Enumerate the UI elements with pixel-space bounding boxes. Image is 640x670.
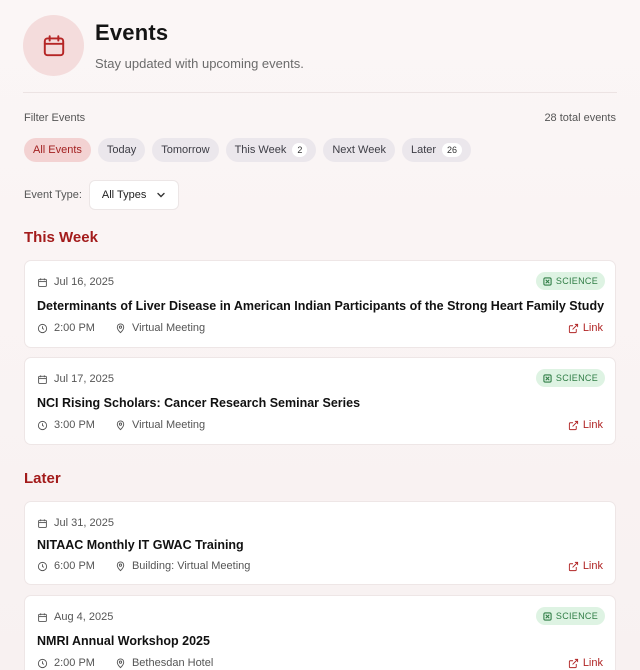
header-divider <box>23 92 617 93</box>
event-date-text: Jul 17, 2025 <box>54 373 114 385</box>
event-link-label: Link <box>582 322 603 334</box>
science-icon <box>543 276 552 286</box>
external-link-icon <box>568 561 579 572</box>
chevron-down-icon <box>156 190 166 200</box>
map-pin-icon <box>115 561 126 572</box>
event-date: Jul 31, 2025 <box>37 517 114 529</box>
chip-next-week[interactable]: Next Week <box>323 138 395 162</box>
page-subtitle: Stay updated with upcoming events. <box>95 56 304 71</box>
event-time: 2:00 PM <box>54 657 95 669</box>
science-icon <box>543 611 552 621</box>
event-time: 2:00 PM <box>54 322 95 334</box>
event-time: 6:00 PM <box>54 560 95 572</box>
chip-this-week[interactable]: This Week 2 <box>225 138 317 162</box>
filter-label: Filter Events <box>24 112 86 124</box>
filter-row: Filter Events 28 total events <box>24 112 616 124</box>
calendar-icon <box>37 518 48 529</box>
external-link-icon <box>568 420 579 431</box>
chip-count-badge: 26 <box>442 143 463 157</box>
map-pin-icon <box>115 323 126 334</box>
total-events-count: 28 total events <box>544 112 616 124</box>
event-type-select[interactable]: All Types <box>88 180 180 210</box>
event-card[interactable]: Jul 16, 2025 SCIENCE Determinants of Liv… <box>24 260 616 348</box>
event-meta: 2:00 PM Virtual Meeting <box>37 322 205 334</box>
category-badge-label: SCIENCE <box>555 276 598 286</box>
chip-label: This Week <box>234 144 287 156</box>
map-pin-icon <box>115 658 126 669</box>
science-icon <box>543 373 552 383</box>
chip-count-badge: 2 <box>292 143 308 157</box>
chip-label: Tomorrow <box>161 144 210 156</box>
event-meta: 6:00 PM Building: Virtual Meeting <box>37 560 250 572</box>
event-link-label: Link <box>582 419 603 431</box>
chip-later[interactable]: Later 26 <box>401 138 472 162</box>
event-type-row: Event Type: All Types <box>24 180 180 210</box>
event-time: 3:00 PM <box>54 419 95 431</box>
category-badge: SCIENCE <box>535 607 605 625</box>
event-link[interactable]: Link <box>568 657 603 669</box>
section-title-later: Later <box>24 470 61 487</box>
category-badge: SCIENCE <box>535 369 605 387</box>
event-title: Determinants of Liver Disease in America… <box>37 299 605 313</box>
calendar-icon <box>37 612 48 623</box>
event-link-label: Link <box>582 657 603 669</box>
chip-label: All Events <box>33 144 82 156</box>
event-date-text: Jul 16, 2025 <box>54 276 114 288</box>
event-location: Virtual Meeting <box>131 419 206 431</box>
chip-label: Today <box>106 144 137 156</box>
filter-chips: All Events Today Tomorrow This Week 2 Nex… <box>24 138 472 162</box>
event-meta: 3:00 PM Virtual Meeting <box>37 419 205 431</box>
event-location: Building: Virtual Meeting <box>131 560 251 572</box>
event-type-label: Event Type: <box>24 189 82 201</box>
event-meta: 2:00 PM Bethesdan Hotel <box>37 657 213 669</box>
event-location: Bethesdan Hotel <box>131 657 214 669</box>
clock-icon <box>37 561 48 572</box>
calendar-icon <box>37 277 48 288</box>
calendar-icon <box>23 15 84 76</box>
event-link[interactable]: Link <box>568 419 603 431</box>
section-title-this-week: This Week <box>24 229 98 246</box>
external-link-icon <box>568 658 579 669</box>
clock-icon <box>37 658 48 669</box>
event-type-value: All Types <box>101 189 147 201</box>
event-location: Virtual Meeting <box>131 322 206 334</box>
event-title: NCI Rising Scholars: Cancer Research Sem… <box>37 396 361 410</box>
event-card[interactable]: Jul 31, 2025 NITAAC Monthly IT GWAC Trai… <box>24 501 616 585</box>
category-badge: SCIENCE <box>535 272 605 290</box>
chip-today[interactable]: Today <box>97 138 146 162</box>
clock-icon <box>37 420 48 431</box>
chip-all-events[interactable]: All Events <box>24 138 91 162</box>
page-title: Events <box>95 20 169 45</box>
category-badge-label: SCIENCE <box>555 611 598 621</box>
clock-icon <box>37 323 48 334</box>
chip-label: Later <box>410 144 437 156</box>
event-link[interactable]: Link <box>568 560 603 572</box>
event-title: NITAAC Monthly IT GWAC Training <box>37 538 244 552</box>
category-badge-label: SCIENCE <box>555 373 598 383</box>
event-date: Jul 17, 2025 <box>37 373 114 385</box>
event-date-text: Aug 4, 2025 <box>54 611 114 623</box>
page-header: Events Stay updated with upcoming events… <box>23 15 304 76</box>
event-date-text: Jul 31, 2025 <box>54 517 114 529</box>
event-link[interactable]: Link <box>568 322 603 334</box>
event-title: NMRI Annual Workshop 2025 <box>37 634 210 648</box>
event-card[interactable]: Jul 17, 2025 SCIENCE NCI Rising Scholars… <box>24 357 616 445</box>
event-date: Aug 4, 2025 <box>37 611 113 623</box>
event-link-label: Link <box>582 560 603 572</box>
event-date: Jul 16, 2025 <box>37 276 114 288</box>
event-card[interactable]: Aug 4, 2025 SCIENCE NMRI Annual Workshop… <box>24 595 616 670</box>
external-link-icon <box>568 323 579 334</box>
chip-tomorrow[interactable]: Tomorrow <box>152 138 219 162</box>
chip-label: Next Week <box>332 144 386 156</box>
map-pin-icon <box>115 420 126 431</box>
calendar-icon <box>37 374 48 385</box>
